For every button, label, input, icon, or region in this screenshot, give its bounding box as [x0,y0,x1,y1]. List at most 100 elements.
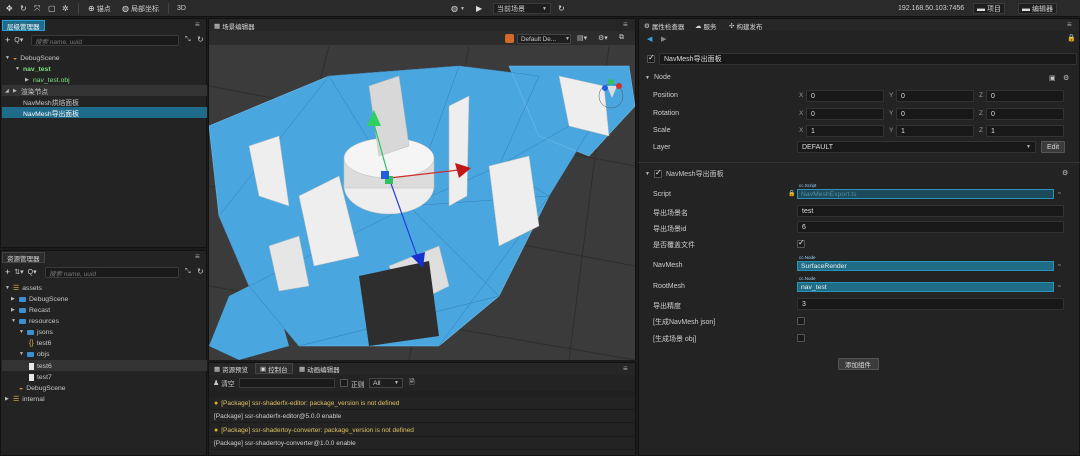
hierarchy-search-input[interactable]: 搜索 name, uuid [31,35,179,46]
tree-item-debugscene[interactable]: ▼ ◒ DebugScene [5,53,60,63]
editor-button[interactable]: ▬ 编辑器 [1018,3,1057,14]
tab-assets[interactable]: 资源管理器 [2,252,45,263]
locate-icon[interactable]: ▫ [1058,283,1060,290]
scale-x-input[interactable]: 1 [806,125,884,137]
position-y-input[interactable]: 0 [896,90,974,102]
menu-icon[interactable]: ≡ [623,20,628,29]
rect-tool-icon[interactable]: ▢ [48,3,56,14]
collapse-icon[interactable]: ⤡ [185,268,191,276]
clear-button[interactable]: ♟ 清空 [213,378,235,388]
tree-item-assets[interactable]: ▼ ☰ assets [5,283,42,293]
add-component-button[interactable]: 添加组件 [838,358,879,370]
camera-icon[interactable] [505,34,514,43]
maximize-icon[interactable]: ⧉ [619,34,624,42]
tab-build[interactable]: ✣ 构建发布 [725,20,766,31]
settings-icon[interactable]: ⚙ [1062,169,1068,177]
lock-icon[interactable]: 🔒 [1067,34,1076,42]
tab-console[interactable]: ▣ 控制台 [255,363,293,374]
locate-icon[interactable]: ▫ [1058,262,1060,269]
overwrite-checkbox[interactable] [797,238,805,248]
node-active-checkbox[interactable] [647,53,655,63]
locate-icon[interactable]: ▫ [1058,190,1060,197]
add-icon[interactable]: + [5,35,10,45]
menu-icon[interactable]: ≡ [195,20,200,29]
regex-checkbox[interactable] [340,379,348,387]
tree-item-internal[interactable]: ▶ ☰ internal [5,394,45,404]
platform-select[interactable]: ◍ ▼ [451,3,465,14]
settings-icon[interactable]: ⚙▾ [598,34,608,42]
gen-obj-checkbox[interactable] [797,334,805,342]
tree-item-debugscene-folder[interactable]: ▶ DebugScene [11,294,68,304]
refresh-button[interactable]: ↻ [558,3,565,14]
tree-item-render-node[interactable]: ◢ ▶ 渲染节点 [5,86,48,96]
tab-animation-editor[interactable]: ▦ 动画编辑器 [295,363,344,374]
tree-item-nav-test[interactable]: ▼ nav_test [15,64,51,74]
component-header[interactable]: ▼NavMesh导出面板 [645,168,724,179]
sort-icon[interactable]: ⇅▾ [14,268,23,276]
back-icon[interactable]: ◀ [647,35,652,43]
open-log-icon[interactable]: 🗎 [409,378,415,389]
menu-icon[interactable]: ≡ [623,364,628,373]
rotate-tool-icon[interactable]: ↻ [20,3,27,14]
tree-item-resources[interactable]: ▼ resources [11,316,59,326]
tree-item-recast[interactable]: ▶ Recast [11,305,50,315]
component-enabled-checkbox[interactable] [654,168,662,178]
scale-tool-icon[interactable]: ⤧ [34,3,40,14]
log-level-select[interactable]: All ▼ [369,378,403,388]
tab-asset-preview[interactable]: ▦ 资源预览 [210,363,252,374]
project-button[interactable]: ▬ 项目 [973,3,1005,14]
move-tool-icon[interactable]: ✥ [6,3,13,14]
gen-json-checkbox[interactable] [797,317,805,325]
copy-icon[interactable]: ▣ [1049,74,1056,82]
settings-icon[interactable]: ⚙ [1063,74,1069,82]
search-type-icon[interactable]: Q▾ [28,268,37,276]
refresh-icon[interactable]: ↻ [197,35,204,44]
export-name-input[interactable]: test [797,205,1064,217]
tree-item-export-panel[interactable]: NavMesh导出面板 [23,108,79,118]
export-id-input[interactable]: 6 [797,221,1064,233]
node-section-header[interactable]: ▼ Node [645,74,671,81]
rootmesh-field[interactable]: nav_test [797,282,1054,292]
transform-tool-icon[interactable]: ✲ [62,3,69,14]
tab-inspector[interactable]: ⚙ 属性检查器 [640,20,688,31]
local-coord-toggle[interactable]: ◍ 局部坐标 [122,3,159,14]
tab-hierarchy[interactable]: 层级管理器 [2,20,45,31]
tree-item-bake-panel[interactable]: NavMesh烘焙面板 [23,97,79,107]
add-icon[interactable]: + [5,267,10,277]
rotation-y-input[interactable]: 0 [896,108,974,120]
refresh-icon[interactable]: ↻ [197,267,204,276]
scale-z-input[interactable]: 1 [986,125,1064,137]
tab-services[interactable]: ☁ 服务 [691,20,721,31]
tree-item-debugscene-scene[interactable]: ◒ DebugScene [19,383,66,393]
position-z-input[interactable]: 0 [986,90,1064,102]
tree-item-objs[interactable]: ▼ objs [19,349,49,359]
collapse-icon[interactable]: ⤡ [185,36,191,44]
scene-viewport[interactable] [209,46,635,360]
layer-edit-button[interactable]: Edit [1041,141,1065,153]
menu-icon[interactable]: ≡ [1067,20,1072,29]
rotation-x-input[interactable]: 0 [806,108,884,120]
node-name-input[interactable]: NavMesh导出面板 [659,53,1077,65]
rotation-z-input[interactable]: 0 [986,108,1064,120]
play-button[interactable]: ▶ [476,3,482,14]
scale-y-input[interactable]: 1 [896,125,974,137]
position-x-input[interactable]: 0 [806,90,884,102]
tab-scene-editor[interactable]: ▦ 场景编辑器 [210,20,259,31]
precision-input[interactable]: 3 [797,298,1064,310]
mode-3d-toggle[interactable]: 3D [177,3,186,14]
tree-item-json-test6[interactable]: {} test6 [29,338,51,348]
layer-select[interactable]: DEFAULT ▼ [797,141,1036,153]
ip-address[interactable]: 192.168.50.103:7456 [898,3,964,14]
pivot-toggle[interactable]: ⊕ 锚点 [88,3,111,14]
navmesh-field[interactable]: SurfaceRender [797,261,1054,271]
forward-icon[interactable]: ▶ [661,35,666,43]
view-icon[interactable]: ▤▾ [577,34,587,42]
scene-select[interactable]: 当前场景 ▼ [493,3,551,14]
console-search-input[interactable] [239,378,335,388]
tree-item-obj-test7[interactable]: test7 [29,372,52,382]
tree-item-nav-test-obj[interactable]: ▶ nav_test.obj [25,75,70,85]
assets-search-input[interactable]: 搜索 name, uuid [45,267,179,278]
menu-icon[interactable]: ≡ [195,252,200,261]
tree-item-obj-test6[interactable]: test6 [29,361,52,371]
search-type-icon[interactable]: Q▾ [14,36,23,44]
